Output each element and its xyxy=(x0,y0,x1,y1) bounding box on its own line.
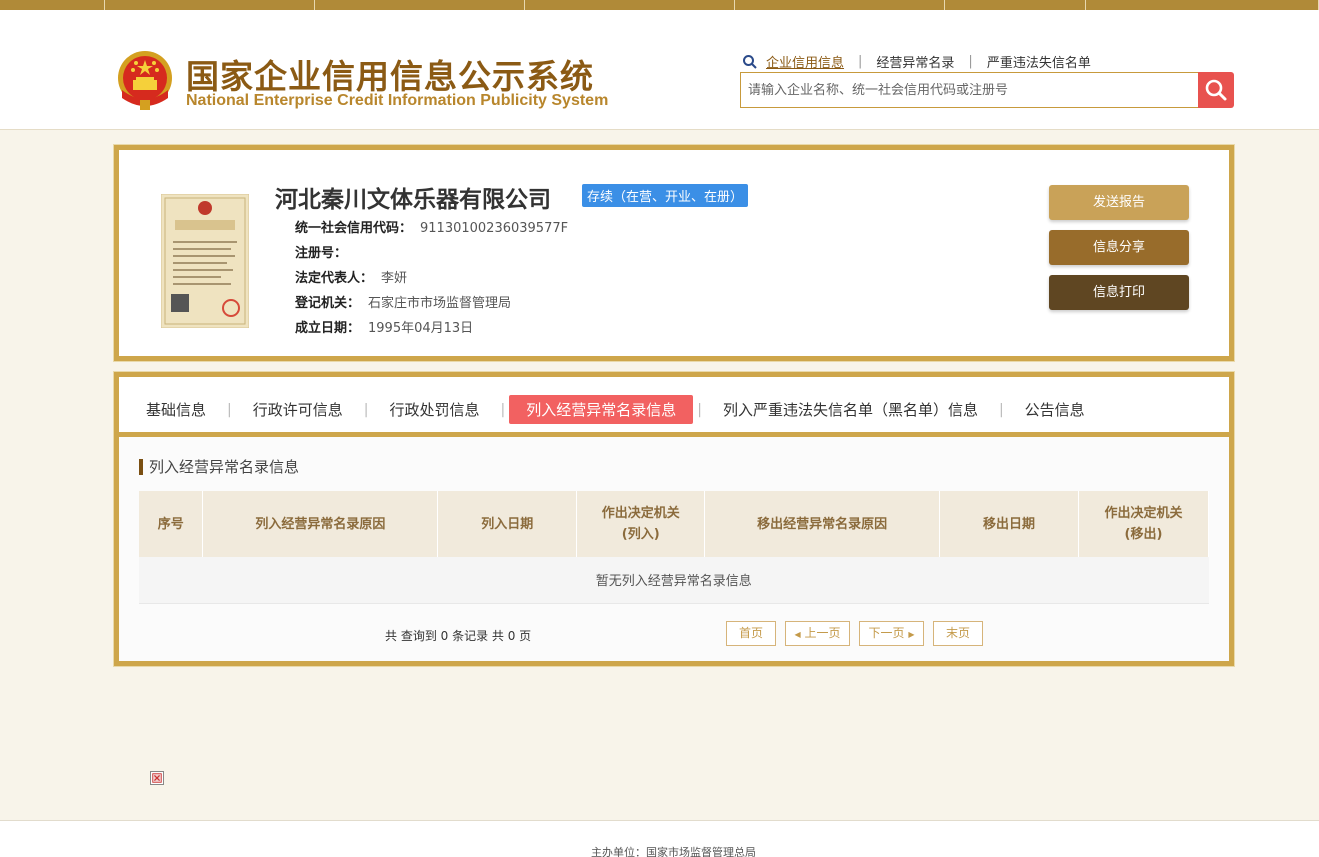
top-strip xyxy=(0,0,1319,10)
tab-admin-license[interactable]: 行政许可信息 xyxy=(236,395,360,424)
field-value: 1995年04月13日 xyxy=(368,321,474,336)
field-value: 石家庄市市场监督管理局 xyxy=(368,296,512,311)
tab-content: 列入经营异常名录信息 序号 列入经营异常名录原因 列入日期 作出决定机关 (列入… xyxy=(119,437,1229,661)
col-header: 列入日期 xyxy=(437,491,578,557)
tab-abnormal-list[interactable]: 列入经营异常名录信息 xyxy=(509,395,694,424)
business-license-image xyxy=(161,194,249,328)
col-header: 移出经营异常名录原因 xyxy=(704,491,941,557)
link-separator: | xyxy=(968,54,973,69)
col-header: 作出决定机关 (移出) xyxy=(1078,491,1209,557)
search-type-links: 企业信用信息 | 经营异常名录 | 严重违法失信名单 xyxy=(742,52,1091,71)
print-info-button[interactable]: 信息打印 xyxy=(1049,275,1189,310)
site-title: 国家企业信用信息公示系统 xyxy=(186,57,594,96)
company-info-card: 河北秦川文体乐器有限公司 存续（在营、开业、在册） 统一社会信用代码： 91130… xyxy=(114,145,1234,361)
broken-image-icon xyxy=(150,771,164,785)
field-registration-authority: 登记机关： 石家庄市市场监督管理局 xyxy=(295,291,568,316)
tab-basic-info[interactable]: 基础信息 xyxy=(129,395,223,424)
field-label: 统一社会信用代码： xyxy=(295,221,413,236)
search-icon xyxy=(1205,79,1227,101)
site-header: 国家企业信用信息公示系统 National Enterprise Credit … xyxy=(0,10,1319,130)
field-label: 成立日期： xyxy=(295,321,361,336)
field-establish-date: 成立日期： 1995年04月13日 xyxy=(295,316,568,341)
pager-summary: 共 查询到 0 条记录 共 0 页 xyxy=(385,629,532,643)
last-page-button[interactable]: 末页 xyxy=(933,621,983,646)
section-title: 列入经营异常名录信息 xyxy=(139,459,299,475)
tab-separator: | xyxy=(998,401,1004,418)
status-badge: 存续（在营、开业、在册） xyxy=(582,184,749,207)
abnormal-list-table: 序号 列入经营异常名录原因 列入日期 作出决定机关 (列入) 移出经营异常名录原… xyxy=(139,491,1209,604)
caret-left-icon: ◀ xyxy=(794,630,801,639)
next-page-button[interactable]: 下一页 ▶ xyxy=(859,621,924,646)
site-subtitle: National Enterprise Credit Information P… xyxy=(186,92,609,109)
prev-page-button[interactable]: ◀ 上一页 xyxy=(785,621,850,646)
col-header: 列入经营异常名录原因 xyxy=(202,491,439,557)
prev-page-label: 上一页 xyxy=(804,626,841,640)
search-icon xyxy=(743,54,757,69)
link-separator: | xyxy=(858,54,863,69)
site-footer: 主办单位：国家市场监督管理总局 xyxy=(0,820,1319,857)
tab-blacklist[interactable]: 列入严重违法失信名单（黑名单）信息 xyxy=(706,395,995,424)
share-info-button[interactable]: 信息分享 xyxy=(1049,230,1189,265)
col-header: 移出日期 xyxy=(939,491,1079,557)
link-enterprise-credit[interactable]: 企业信用信息 xyxy=(766,52,844,71)
company-fields: 统一社会信用代码： 91130100236039577F 注册号： 法定代表人： 李… xyxy=(295,216,568,341)
field-label: 法定代表人： xyxy=(295,271,374,286)
caret-right-icon: ▶ xyxy=(908,630,915,639)
search-button[interactable] xyxy=(1198,72,1234,108)
tab-bar: 基础信息 | 行政许可信息 | 行政处罚信息 | 列入经营异常名录信息 | 列入… xyxy=(119,387,1229,437)
link-abnormal-list[interactable]: 经营异常名录 xyxy=(876,52,954,71)
field-credit-code: 统一社会信用代码： 91130100236039577F xyxy=(295,216,568,241)
tab-admin-penalty[interactable]: 行政处罚信息 xyxy=(372,395,496,424)
search-box xyxy=(740,72,1199,108)
footer-text: 主办单位：国家市场监督管理总局 xyxy=(591,846,756,857)
link-serious-violation-list[interactable]: 严重违法失信名单 xyxy=(987,52,1091,71)
col-header: 序号 xyxy=(139,491,204,557)
first-page-button[interactable]: 首页 xyxy=(726,621,776,646)
company-name: 河北秦川文体乐器有限公司 xyxy=(275,187,551,213)
field-value: 91130100236039577F xyxy=(420,221,569,236)
tab-announcements[interactable]: 公告信息 xyxy=(1008,395,1102,424)
national-emblem-icon xyxy=(118,51,172,110)
tab-separator: | xyxy=(500,401,506,418)
tab-separator: | xyxy=(227,401,232,418)
table-row: 暂无列入经营异常名录信息 xyxy=(139,557,1209,604)
next-page-label: 下一页 xyxy=(868,626,905,640)
field-label: 注册号： xyxy=(295,246,348,261)
field-label: 登记机关： xyxy=(295,296,361,311)
detail-card: 基础信息 | 行政许可信息 | 行政处罚信息 | 列入经营异常名录信息 | 列入… xyxy=(114,372,1234,666)
tab-separator: | xyxy=(363,401,369,418)
empty-message: 暂无列入经营异常名录信息 xyxy=(139,557,1209,604)
table-header-row: 序号 列入经营异常名录原因 列入日期 作出决定机关 (列入) 移出经营异常名录原… xyxy=(139,491,1209,557)
field-reg-no: 注册号： xyxy=(295,241,568,266)
tab-separator: | xyxy=(697,401,702,418)
field-value: 李妍 xyxy=(381,271,408,286)
field-legal-rep: 法定代表人： 李妍 xyxy=(295,266,568,291)
send-report-button[interactable]: 发送报告 xyxy=(1049,185,1189,220)
col-header: 作出决定机关 (列入) xyxy=(576,491,706,557)
search-input[interactable] xyxy=(748,82,1198,98)
